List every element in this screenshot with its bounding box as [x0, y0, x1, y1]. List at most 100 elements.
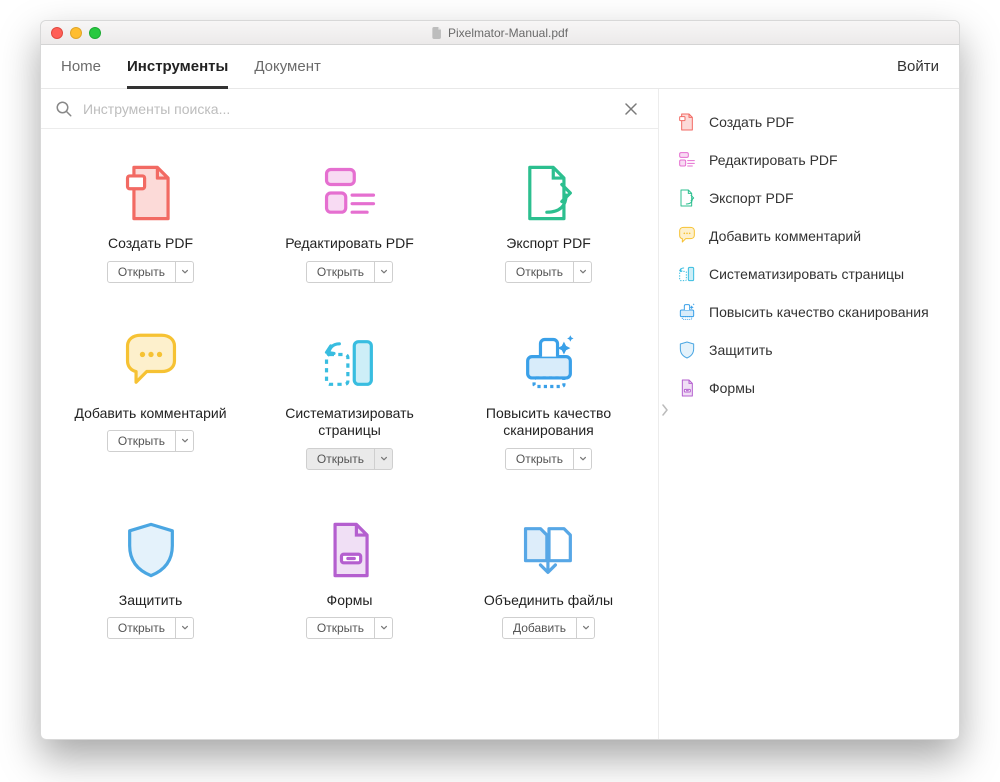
pane-expander[interactable]	[660, 401, 670, 419]
tab-tools[interactable]: Инструменты	[127, 45, 228, 89]
create-pdf-open-button[interactable]: Открыть	[107, 261, 194, 283]
tool-edit-pdf: Редактировать PDF Открыть	[250, 159, 449, 283]
zoom-window-button[interactable]	[89, 27, 101, 39]
tool-grid: Создать PDF Открыть Редактировать PDF Откры…	[41, 129, 658, 649]
edit-pdf-icon	[677, 150, 697, 170]
app-window: Pixelmator-Manual.pdf Home Инструменты Д…	[40, 20, 960, 740]
sidebar-item-forms[interactable]: Формы	[667, 369, 951, 407]
sidebar-item-create-pdf[interactable]: Создать PDF	[667, 103, 951, 141]
button-label: Открыть	[108, 431, 175, 451]
sidebar-item-add-comment[interactable]: Добавить комментарий	[667, 217, 951, 255]
sidebar-item-organize[interactable]: Систематизировать страницы	[667, 255, 951, 293]
sidebar-item-label: Повысить качество сканирования	[709, 304, 929, 320]
login-link[interactable]: Войти	[897, 58, 939, 75]
titlebar: Pixelmator-Manual.pdf	[41, 21, 959, 45]
tool-add-comment: Добавить комментарий Открыть	[51, 329, 250, 470]
forms-open-button[interactable]: Открыть	[306, 617, 393, 639]
tool-create-pdf: Создать PDF Открыть	[51, 159, 250, 283]
protect-icon	[677, 340, 697, 360]
organize-open-button[interactable]: Открыть	[306, 448, 393, 470]
combine-open-button[interactable]: Добавить	[502, 617, 595, 639]
add-comment-open-button[interactable]: Открыть	[107, 430, 194, 452]
tool-label: Экспорт PDF	[506, 235, 591, 253]
tool-label: Защитить	[119, 592, 183, 610]
export-pdf-icon	[677, 188, 697, 208]
tool-label: Систематизировать страницы	[270, 405, 430, 440]
chevron-down-icon	[175, 431, 193, 451]
create-pdf-icon	[116, 159, 186, 227]
enhance-open-button[interactable]: Открыть	[505, 448, 592, 470]
chevron-down-icon	[175, 618, 193, 638]
chevron-down-icon	[374, 449, 392, 469]
tool-label: Создать PDF	[108, 235, 193, 253]
sidebar-item-label: Защитить	[709, 342, 773, 358]
search-input[interactable]	[83, 101, 618, 117]
close-icon	[624, 102, 638, 116]
tool-grid-scroll[interactable]: Создать PDF Открыть Редактировать PDF Откры…	[41, 129, 658, 739]
forms-icon	[315, 516, 385, 584]
enhance-icon	[514, 329, 584, 397]
tab-home[interactable]: Home	[61, 45, 101, 89]
organize-icon	[315, 329, 385, 397]
sidebar: Создать PDF Редактировать PDF Экспорт PDF Д…	[659, 89, 959, 739]
sidebar-item-edit-pdf[interactable]: Редактировать PDF	[667, 141, 951, 179]
button-label: Открыть	[307, 449, 374, 469]
search-bar	[41, 89, 658, 129]
button-label: Открыть	[506, 449, 573, 469]
chevron-down-icon	[573, 449, 591, 469]
button-label: Открыть	[108, 262, 175, 282]
window-controls	[51, 27, 101, 39]
search-icon	[55, 100, 73, 118]
search-clear-button[interactable]	[618, 96, 644, 122]
tool-label: Повысить качество сканирования	[469, 405, 629, 440]
tab-document[interactable]: Документ	[254, 45, 321, 89]
window-title: Pixelmator-Manual.pdf	[41, 26, 959, 40]
document-icon	[432, 27, 443, 39]
tool-protect: Защитить Открыть	[51, 516, 250, 640]
tool-label: Редактировать PDF	[285, 235, 414, 253]
edit-pdf-icon	[315, 159, 385, 227]
body: Создать PDF Открыть Редактировать PDF Откры…	[41, 89, 959, 739]
tool-forms: Формы Открыть	[250, 516, 449, 640]
add-comment-icon	[677, 226, 697, 246]
sidebar-item-enhance[interactable]: Повысить качество сканирования	[667, 293, 951, 331]
tool-label: Формы	[327, 592, 373, 610]
button-label: Открыть	[506, 262, 573, 282]
minimize-window-button[interactable]	[70, 27, 82, 39]
sidebar-item-label: Создать PDF	[709, 114, 794, 130]
tool-export-pdf: Экспорт PDF Открыть	[449, 159, 648, 283]
organize-icon	[677, 264, 697, 284]
button-label: Открыть	[108, 618, 175, 638]
chevron-down-icon	[374, 618, 392, 638]
edit-pdf-open-button[interactable]: Открыть	[306, 261, 393, 283]
button-label: Открыть	[307, 618, 374, 638]
tool-label: Объединить файлы	[484, 592, 613, 610]
sidebar-item-label: Редактировать PDF	[709, 152, 838, 168]
export-pdf-open-button[interactable]: Открыть	[505, 261, 592, 283]
forms-icon	[677, 378, 697, 398]
window-title-text: Pixelmator-Manual.pdf	[448, 26, 568, 40]
sidebar-item-label: Экспорт PDF	[709, 190, 794, 206]
tool-enhance: Повысить качество сканирования Открыть	[449, 329, 648, 470]
button-label: Добавить	[503, 618, 576, 638]
chevron-down-icon	[374, 262, 392, 282]
tool-organize: Систематизировать страницы Открыть	[250, 329, 449, 470]
protect-open-button[interactable]: Открыть	[107, 617, 194, 639]
chevron-down-icon	[576, 618, 594, 638]
tool-label: Добавить комментарий	[74, 405, 226, 423]
add-comment-icon	[116, 329, 186, 397]
export-pdf-icon	[514, 159, 584, 227]
sidebar-item-label: Систематизировать страницы	[709, 266, 904, 282]
sidebar-item-protect[interactable]: Защитить	[667, 331, 951, 369]
sidebar-item-label: Формы	[709, 380, 755, 396]
protect-icon	[116, 516, 186, 584]
tabbar: Home Инструменты Документ Войти	[41, 45, 959, 89]
create-pdf-icon	[677, 112, 697, 132]
button-label: Открыть	[307, 262, 374, 282]
chevron-down-icon	[175, 262, 193, 282]
close-window-button[interactable]	[51, 27, 63, 39]
combine-icon	[514, 516, 584, 584]
tool-combine: Объединить файлы Добавить	[449, 516, 648, 640]
chevron-down-icon	[573, 262, 591, 282]
sidebar-item-export-pdf[interactable]: Экспорт PDF	[667, 179, 951, 217]
